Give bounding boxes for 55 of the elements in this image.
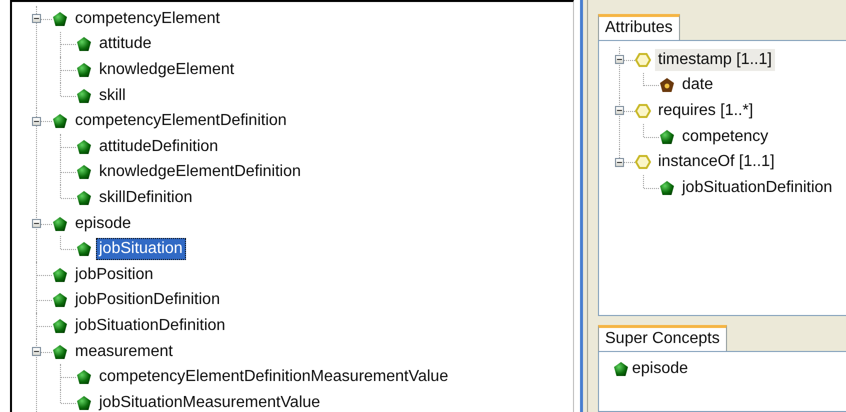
pentagon-icon — [52, 318, 68, 334]
pentagon-icon — [52, 266, 68, 283]
tree-item[interactable]: measurement — [72, 340, 176, 363]
tree-item[interactable]: competencyElementDefinitionMeasurementValue — [96, 366, 452, 388]
tree-item[interactable]: skillDefinition — [96, 186, 196, 209]
tree-item[interactable]: knowledgeElement — [96, 58, 238, 81]
tree-item[interactable]: competencyElementDefinition — [72, 110, 290, 132]
pentagon-icon — [659, 128, 675, 145]
pentagon-icon — [76, 190, 92, 206]
pentagon-icon — [76, 138, 92, 155]
tree-item[interactable]: competencyElement — [72, 8, 223, 30]
pentagon-icon — [76, 241, 92, 258]
tree-item[interactable]: requires [1..*] — [655, 100, 756, 122]
pentagon-icon — [76, 164, 92, 180]
tree-item[interactable]: knowledgeElementDefinition — [96, 161, 304, 184]
tree-item[interactable]: competency — [679, 126, 772, 148]
pentagon-icon — [613, 361, 629, 377]
collapse-toggle[interactable] — [32, 116, 40, 126]
pentagon-icon — [52, 113, 68, 130]
collapse-toggle[interactable] — [32, 219, 40, 228]
super-concepts-tab[interactable]: Super Concepts — [598, 325, 727, 351]
tree-item[interactable]: jobSituationMeasurementValue — [96, 392, 324, 412]
pentagon-icon — [76, 88, 92, 104]
attributes-tab[interactable]: Attributes — [598, 14, 680, 40]
tree-item[interactable]: episode — [72, 212, 134, 235]
list-item[interactable]: episode — [629, 358, 692, 380]
collapse-toggle[interactable] — [32, 14, 40, 24]
pentagon-icon — [52, 344, 68, 360]
pentagon-icon — [659, 180, 675, 196]
tree-item[interactable]: jobSituationDefinition — [72, 314, 228, 337]
hexagon-icon — [635, 154, 651, 170]
hexagon-icon — [635, 102, 651, 119]
pentagon-icon — [76, 369, 92, 386]
tree-item[interactable]: jobPosition — [72, 264, 156, 286]
pentagon-icon — [659, 77, 675, 94]
collapse-toggle[interactable] — [614, 158, 624, 167]
tree-item[interactable]: jobSituationDefinition — [679, 176, 836, 199]
collapse-toggle[interactable] — [614, 106, 624, 116]
collapse-toggle[interactable] — [614, 55, 624, 64]
tree-item[interactable]: instanceOf [1..1] — [655, 151, 778, 174]
pentagon-icon — [76, 394, 92, 411]
pentagon-icon — [52, 216, 68, 232]
tree-item[interactable]: timestamp [1..1] — [655, 48, 775, 71]
pentagon-icon — [76, 36, 92, 52]
pentagon-icon — [76, 62, 92, 78]
tree-item[interactable]: attitudeDefinition — [96, 136, 222, 158]
tree-item[interactable]: date — [679, 74, 716, 96]
tree-item[interactable]: jobSituation — [96, 238, 186, 260]
tree-item[interactable]: skill — [96, 84, 129, 107]
tree-item[interactable]: jobPositionDefinition — [72, 289, 223, 312]
hexagon-icon — [635, 52, 651, 68]
pentagon-icon — [52, 292, 68, 308]
collapse-toggle[interactable] — [32, 347, 40, 356]
pentagon-icon — [52, 10, 68, 27]
tree-item[interactable]: attitude — [96, 33, 154, 56]
